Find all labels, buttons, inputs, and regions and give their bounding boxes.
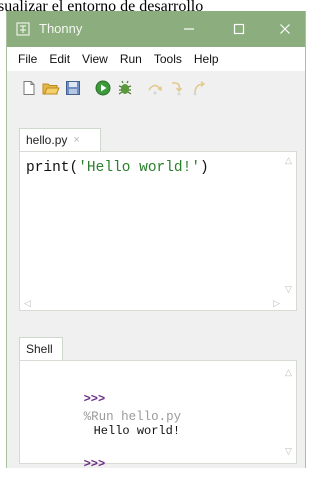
code-call: print( (26, 160, 79, 176)
open-folder-icon (42, 83, 60, 95)
editor-vertical-scrollbar[interactable]: △ ▽ (282, 152, 296, 296)
debug-icon (118, 80, 132, 95)
close-button[interactable] (263, 11, 307, 47)
close-icon (280, 24, 290, 34)
menu-file[interactable]: File (12, 47, 43, 71)
code-line: print('Hello world!') (26, 160, 209, 176)
code-editor[interactable]: print('Hello world!') △ ▽ ◁ ▷ (19, 151, 297, 311)
menu-bar: File Edit View Run Tools Help (7, 47, 305, 71)
shell-output: Hello world! (93, 424, 181, 438)
step-over-button[interactable] (144, 77, 166, 99)
run-icon (95, 80, 111, 96)
save-icon (66, 81, 80, 95)
maximize-icon (233, 23, 245, 35)
shell-tab[interactable]: Shell (19, 337, 63, 360)
maximize-button[interactable] (217, 11, 261, 47)
minimize-icon (184, 28, 194, 30)
shell-input-line[interactable]: >>> (26, 436, 106, 490)
scroll-right-arrow-icon[interactable]: ▷ (273, 299, 280, 308)
open-button[interactable] (40, 77, 62, 99)
step-into-icon (171, 82, 183, 96)
shell-tab-label: Shell (26, 342, 53, 356)
step-over-icon (148, 84, 162, 95)
debug-button[interactable] (114, 77, 136, 99)
shell-prompt-current: >>> (83, 457, 106, 471)
new-file-button[interactable] (18, 77, 40, 99)
thonny-window: Thonny File Edit View Run Tools Help hel… (6, 11, 306, 471)
menu-run[interactable]: Run (114, 47, 148, 71)
code-close-paren: ) (200, 160, 209, 176)
toolbar (7, 73, 305, 103)
shell-panel[interactable]: >>> %Run hello.py Hello world! >>> △ ▽ (19, 360, 297, 471)
save-button[interactable] (62, 77, 84, 99)
step-out-icon (193, 80, 206, 96)
editor-tab-hello-py[interactable]: hello.py × (19, 128, 101, 151)
editor-horizontal-scrollbar[interactable]: ◁ ▷ (20, 296, 282, 310)
menu-help[interactable]: Help (188, 47, 225, 71)
menu-edit[interactable]: Edit (43, 47, 76, 71)
scroll-up-arrow-icon[interactable]: △ (285, 156, 292, 165)
minimize-button[interactable] (167, 11, 211, 47)
shell-scroll-down-arrow-icon[interactable]: ▽ (285, 448, 292, 457)
run-button[interactable] (92, 77, 114, 99)
tab-close-icon[interactable]: × (73, 134, 79, 146)
new-file-icon (23, 81, 35, 95)
code-string: 'Hello world!' (78, 160, 201, 176)
thonny-app-icon (16, 22, 30, 36)
shell-vertical-scrollbar[interactable]: △ ▽ (282, 361, 296, 463)
scroll-left-arrow-icon[interactable]: ◁ (24, 299, 31, 308)
step-into-button[interactable] (166, 77, 188, 99)
step-out-button[interactable] (188, 77, 210, 99)
shell-scroll-up-arrow-icon[interactable]: △ (285, 369, 292, 378)
title-bar: Thonny (7, 11, 305, 47)
window-title: Thonny (39, 21, 83, 36)
menu-tools[interactable]: Tools (148, 47, 188, 71)
editor-tab-label: hello.py (26, 133, 68, 147)
menu-view[interactable]: View (76, 47, 114, 71)
scroll-down-arrow-icon[interactable]: ▽ (285, 285, 292, 294)
